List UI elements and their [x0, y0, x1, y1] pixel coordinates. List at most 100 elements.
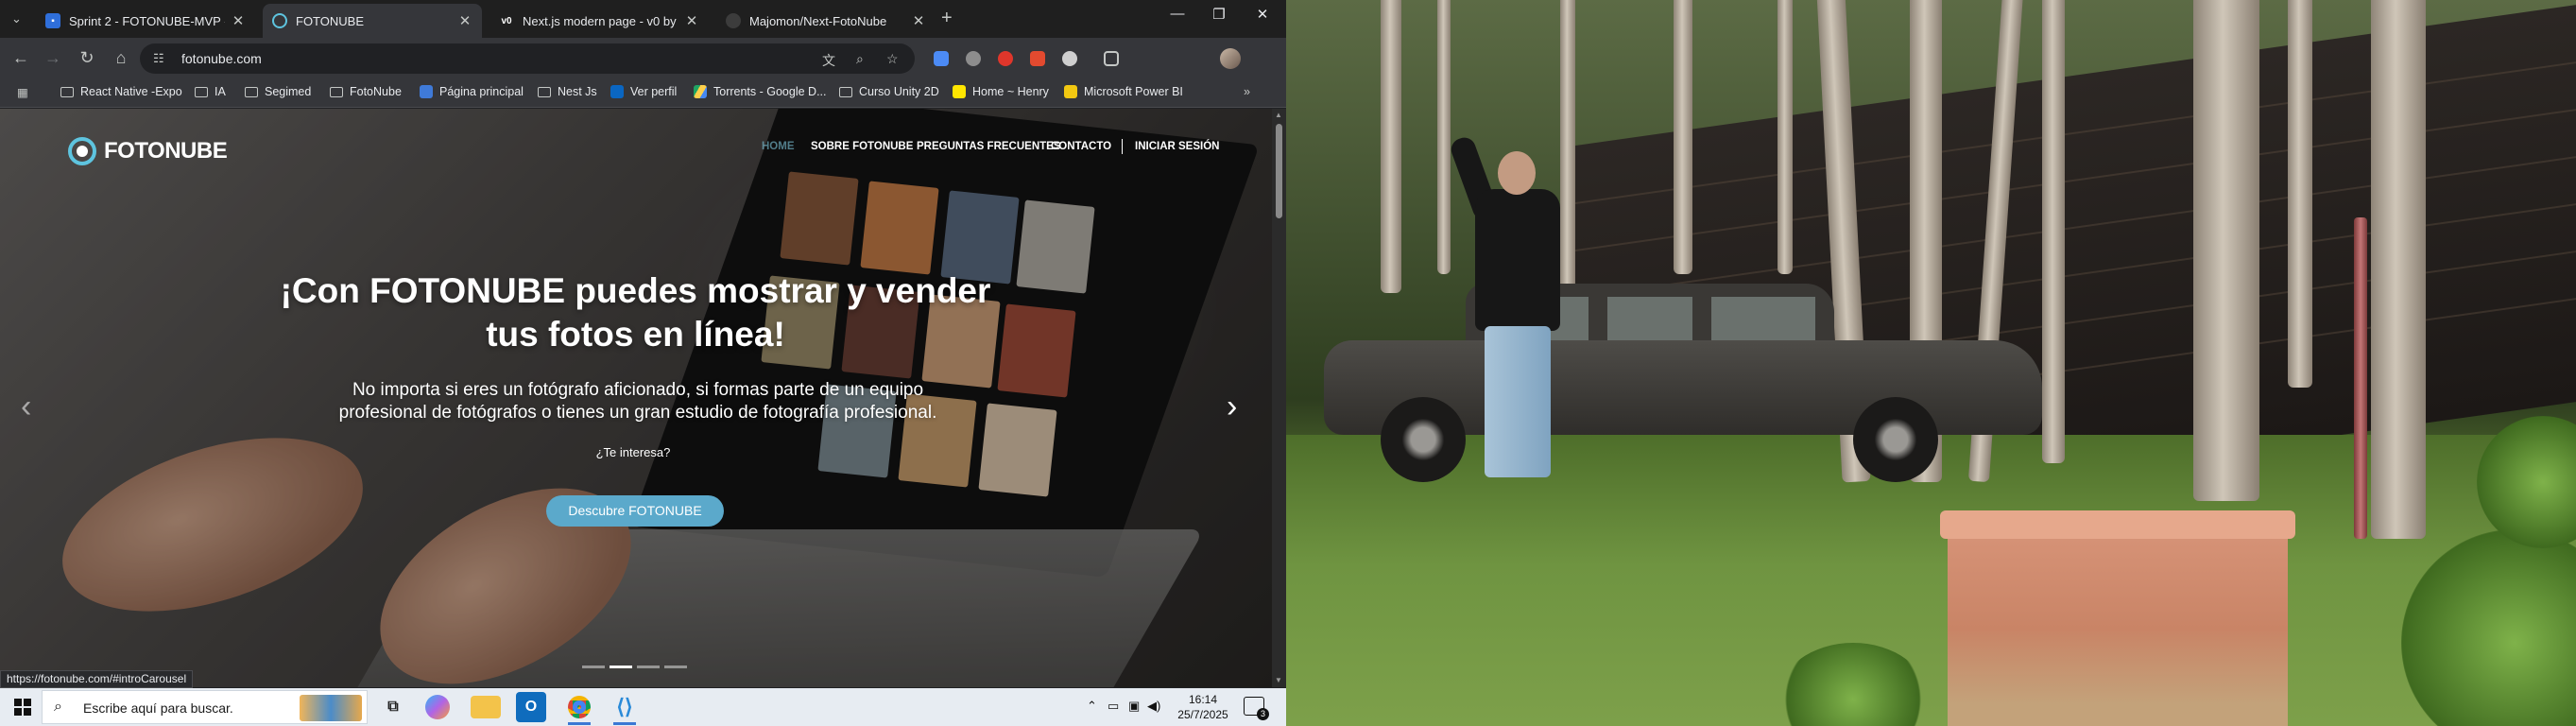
translate-icon[interactable]: 文: [822, 51, 835, 70]
bookmark-label: Página principal: [439, 85, 524, 98]
chrome-taskbar-icon[interactable]: [564, 692, 594, 725]
extension-white-icon[interactable]: [1062, 51, 1077, 66]
more-bookmarks-icon[interactable]: »: [1244, 85, 1250, 98]
copilot-icon[interactable]: [425, 695, 450, 719]
profile-avatar[interactable]: [1220, 48, 1241, 69]
nav-iniciar-sesion[interactable]: INICIAR SESIÓN: [1135, 141, 1219, 152]
tree-trunk: [2042, 0, 2065, 463]
tab-title: Sprint 2 - FOTONUBE-MVP - Ta: [69, 13, 225, 28]
address-bar[interactable]: ☷ fotonube.com 文 ⌕ ☆: [140, 43, 915, 74]
bookmark-react-native[interactable]: React Native -Expo: [60, 85, 182, 98]
nav-preguntas-frecuentes[interactable]: PREGUNTAS FRECUENTES: [917, 141, 1061, 152]
hero-subtitle-line: No importa si eres un fotógrafo aficiona…: [352, 380, 924, 400]
vintage-car-image: [1324, 284, 2042, 482]
task-view-icon[interactable]: ⧉: [378, 692, 408, 722]
bookmark-label: Curso Unity 2D: [859, 85, 939, 98]
close-window-button[interactable]: ✕: [1244, 6, 1281, 23]
bookmark-torrents[interactable]: Torrents - Google D...: [694, 85, 827, 98]
tree-trunk: [1381, 0, 1401, 293]
tab-v0[interactable]: v0 Next.js modern page - v0 by Ve ✕: [489, 4, 709, 38]
nav-home[interactable]: HOME: [762, 141, 795, 152]
restore-button[interactable]: ❐: [1200, 6, 1238, 23]
extension-orange-icon[interactable]: [1030, 51, 1045, 66]
linkedin-icon: [610, 85, 624, 98]
scroll-down-icon[interactable]: ▼: [1275, 676, 1282, 684]
minimize-button[interactable]: —: [1159, 6, 1196, 22]
bookmark-henry[interactable]: Home ~ Henry: [953, 85, 1049, 98]
extension-gray-icon[interactable]: [966, 51, 981, 66]
bookmark-power-bi[interactable]: Microsoft Power BI: [1064, 85, 1183, 98]
carousel-indicator[interactable]: [610, 666, 632, 668]
nav-sobre-fotonube[interactable]: SOBRE FOTONUBE: [811, 141, 913, 152]
battery-icon[interactable]: ▭: [1108, 699, 1119, 714]
video-frame-monitor: [1286, 0, 2576, 726]
site-icon: [420, 85, 433, 98]
carousel-indicator[interactable]: [582, 666, 605, 668]
nav-divider: [1122, 139, 1123, 154]
apps-grid-icon[interactable]: ▦: [17, 85, 28, 99]
scrollbar-thumb[interactable]: [1276, 124, 1282, 218]
carousel-next-icon[interactable]: ›: [1227, 389, 1237, 425]
close-icon[interactable]: ✕: [457, 12, 472, 29]
tree-trunk: [2193, 0, 2259, 501]
extension-blue-icon[interactable]: [934, 51, 949, 66]
vscode-icon[interactable]: ⟨⟩: [610, 692, 640, 725]
site-logo[interactable]: FOTONUBE: [68, 137, 228, 165]
bookmark-curso-unity[interactable]: Curso Unity 2D: [839, 85, 939, 98]
bookmark-label: FotoNube: [350, 85, 402, 98]
nav-contacto[interactable]: CONTACTO: [1051, 141, 1111, 152]
windows-start-icon[interactable]: [14, 699, 31, 716]
reload-button[interactable]: ↻: [76, 48, 98, 68]
tree-trunk: [2371, 0, 2426, 539]
clock-time: 16:14: [1188, 693, 1218, 706]
forward-button[interactable]: →: [42, 48, 64, 68]
volume-icon[interactable]: ◀): [1147, 699, 1160, 714]
powerbi-icon: [1064, 85, 1077, 98]
extensions-puzzle-icon[interactable]: [1104, 51, 1119, 66]
tab-fotonube[interactable]: FOTONUBE ✕: [263, 4, 482, 38]
tab-search-icon[interactable]: ⌄: [11, 11, 22, 26]
new-tab-button[interactable]: +: [941, 8, 953, 29]
close-icon[interactable]: ✕: [911, 12, 926, 29]
tab-title: Next.js modern page - v0 by Ve: [523, 13, 678, 28]
car-window: [1607, 297, 1692, 344]
close-icon[interactable]: ✕: [684, 12, 699, 29]
car-window: [1711, 297, 1815, 344]
close-icon[interactable]: ✕: [231, 12, 246, 29]
carousel-indicators: [582, 666, 687, 668]
notification-count-badge: 3: [1257, 708, 1269, 720]
page-scrollbar[interactable]: ▲ ▼: [1272, 109, 1286, 687]
file-explorer-icon[interactable]: [471, 696, 501, 718]
site-info-icon[interactable]: ☷: [153, 51, 164, 66]
folder-icon: [195, 86, 208, 97]
home-button[interactable]: ⌂: [110, 48, 132, 68]
tab-sprint[interactable]: ▪ Sprint 2 - FOTONUBE-MVP - Ta ✕: [36, 4, 255, 38]
bookmark-nest-js[interactable]: Nest Js: [538, 85, 597, 98]
extension-red-icon[interactable]: [998, 51, 1013, 66]
url-text: fotonube.com: [181, 51, 262, 66]
taskbar-search-box[interactable]: ⌕ Escribe aquí para buscar.: [42, 690, 368, 724]
tab-github[interactable]: Majomon/Next-FotoNube ✕: [716, 4, 936, 38]
bookmark-pagina-principal[interactable]: Página principal: [420, 85, 524, 98]
search-placeholder: Escribe aquí para buscar.: [83, 700, 233, 716]
logo-text: FOTONUBE: [104, 138, 228, 164]
hero-question: ¿Te interesa?: [595, 445, 671, 459]
tray-chevron-icon[interactable]: ⌃: [1087, 699, 1097, 714]
carousel-indicator[interactable]: [637, 666, 660, 668]
discover-fotonube-button[interactable]: Descubre FOTONUBE: [546, 495, 724, 527]
outlook-icon[interactable]: O: [516, 692, 546, 722]
carousel-indicator[interactable]: [664, 666, 687, 668]
folder-icon: [245, 86, 258, 97]
bookmark-fotonube[interactable]: FotoNube: [330, 85, 402, 98]
taskbar-clock[interactable]: 16:14 25/7/2025: [1170, 692, 1236, 722]
notification-center-icon[interactable]: 3: [1244, 697, 1269, 720]
bookmark-segimed[interactable]: Segimed: [245, 85, 311, 98]
carousel-prev-icon[interactable]: ‹: [21, 389, 31, 425]
bookmark-ver-perfil[interactable]: Ver perfil: [610, 85, 677, 98]
scroll-up-icon[interactable]: ▲: [1275, 111, 1282, 119]
network-icon[interactable]: ▣: [1128, 699, 1140, 714]
back-button[interactable]: ←: [9, 48, 32, 68]
bookmark-ia[interactable]: IA: [195, 85, 226, 98]
zoom-icon[interactable]: ⌕: [856, 51, 864, 67]
bookmark-star-icon[interactable]: ☆: [886, 51, 899, 67]
